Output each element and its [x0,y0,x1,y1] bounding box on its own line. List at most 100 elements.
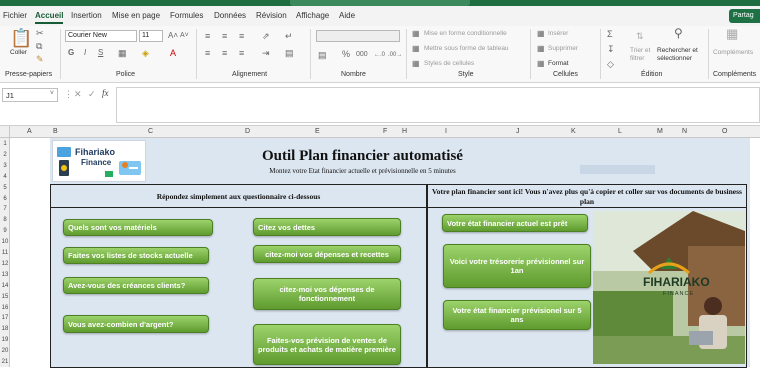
row-header[interactable]: 4 [0,174,10,180]
font-color-icon[interactable]: A [170,48,176,58]
increase-decimal-icon[interactable]: ←.0 [374,50,385,60]
confirm-icon[interactable]: ✓ [88,89,96,99]
column-header[interactable]: M [657,128,663,135]
row-header[interactable]: 6 [0,196,10,202]
cancel-icon[interactable]: ✕ [74,89,82,99]
cash-button[interactable]: Vous avez-combien d'argent? [63,315,209,333]
addins-icon[interactable]: ▦ [726,27,738,40]
autosum-icon[interactable]: Σ [607,29,613,39]
insert-icon[interactable]: ▦ [537,29,545,39]
table-format-icon[interactable]: ▦ [412,44,420,54]
treasury-forecast-button[interactable]: Voici votre trésorerie prévisionnel sur … [443,244,591,288]
underline-button[interactable]: S [98,48,103,58]
cut-icon[interactable]: ✂ [36,28,44,38]
row-header[interactable]: 15 [0,294,10,300]
clear-icon[interactable]: ◇ [607,59,614,69]
row-header[interactable]: 2 [0,152,10,158]
insert-function-button[interactable]: fx [102,88,109,98]
row-header[interactable]: 13 [0,272,10,278]
table-format-button[interactable]: Mettre sous forme de tableau [424,45,509,52]
materials-button[interactable]: Quels sont vos matériels [63,219,213,236]
merge-icon[interactable]: ▤ [285,48,294,58]
operating-expenses-button[interactable]: citez-moi vos dépenses de fonctionnement [253,278,401,310]
column-header[interactable]: L [618,128,622,135]
find-select-button[interactable]: Rechercher et sélectionner [657,47,701,63]
font-name-select[interactable]: Courier New [65,30,137,42]
receivables-button[interactable]: Avez-vous des créances clients? [63,277,209,294]
italic-button[interactable]: I [84,48,86,58]
conditional-format-icon[interactable]: ▦ [412,29,420,39]
column-header[interactable]: I [445,128,447,135]
row-header[interactable]: 9 [0,228,10,234]
paste-icon[interactable]: 📋 [10,28,32,48]
tab-formules[interactable]: Formules [170,11,203,20]
chevron-down-icon[interactable]: ˅ [50,90,54,97]
insert-button[interactable]: Insérer [548,30,568,37]
tab-accueil[interactable]: Accueil [35,11,64,24]
conditional-format-button[interactable]: Mise en forme conditionnelle [424,30,507,37]
tab-insertion[interactable]: Insertion [71,11,102,20]
column-header[interactable]: F [383,128,387,135]
column-header[interactable]: N [682,128,687,135]
tab-mise-en-page[interactable]: Mise en page [112,11,160,20]
search-icon[interactable]: ⚲ [674,27,683,39]
row-header[interactable]: 11 [0,250,10,256]
stock-list-button[interactable]: Faites vos listes de stocks actuelle [63,247,209,264]
borders-icon[interactable]: ▦ [118,48,127,58]
number-format-select[interactable] [316,30,400,42]
align-bottom-icon[interactable]: ≡ [239,31,244,41]
font-size-select[interactable]: 11 [139,30,163,42]
row-header[interactable]: 19 [0,337,10,343]
row-header[interactable]: 20 [0,348,10,354]
decrease-font-icon[interactable]: A˅ [180,31,189,41]
align-middle-icon[interactable]: ≡ [222,31,227,41]
formula-input[interactable] [116,87,760,123]
column-header[interactable]: H [402,128,407,135]
cell-styles-icon[interactable]: ▦ [412,59,420,69]
align-left-icon[interactable]: ≡ [205,48,210,58]
expenses-revenues-button[interactable]: citez-moi vos dépenses et recettes [253,245,401,263]
format-painter-icon[interactable]: ✎ [36,54,44,64]
align-center-icon[interactable]: ≡ [222,48,227,58]
row-header[interactable]: 1 [0,141,10,147]
tab-donnees[interactable]: Données [214,11,246,20]
currency-icon[interactable]: ▤ [318,50,327,60]
select-all-corner[interactable] [0,126,10,138]
orientation-icon[interactable]: ⇗ [262,31,270,41]
copy-icon[interactable]: ⧉ [36,41,42,51]
row-header[interactable]: 14 [0,283,10,289]
format-icon[interactable]: ▦ [537,59,545,69]
addins-button[interactable]: Compléments [713,49,753,56]
row-header[interactable]: 12 [0,261,10,267]
percent-button[interactable]: % [342,49,350,59]
row-header[interactable]: 7 [0,206,10,212]
column-header[interactable]: J [516,128,520,135]
align-top-icon[interactable]: ≡ [205,31,210,41]
column-header[interactable]: E [315,128,320,135]
bold-button[interactable]: G [68,48,74,58]
column-header[interactable]: B [53,128,58,135]
fill-icon[interactable]: ↧ [607,44,615,54]
wrap-text-icon[interactable]: ↵ [285,31,293,41]
delete-button[interactable]: Supprimer [548,45,578,52]
tab-aide[interactable]: Aide [339,11,355,20]
thousands-button[interactable]: 000 [356,50,368,60]
decrease-decimal-icon[interactable]: .00→ [388,50,402,60]
sales-forecast-button[interactable]: Faites-vos prévision de ventes de produi… [253,324,401,365]
sort-filter-button[interactable]: Trier et filtrer [630,47,656,63]
sort-filter-icon[interactable]: ⇅ [636,31,644,41]
column-header[interactable]: O [722,128,727,135]
name-box[interactable]: J1 ˅ [2,88,58,102]
paste-label[interactable]: Coller [10,49,27,56]
row-header[interactable]: 3 [0,163,10,169]
share-button[interactable]: Partag [729,9,760,23]
five-year-forecast-button[interactable]: Votre état financier prévisionel sur 5 a… [443,300,591,330]
increase-font-icon[interactable]: A˄ [168,31,178,41]
row-header[interactable]: 18 [0,326,10,332]
format-button[interactable]: Format [548,60,569,67]
row-header[interactable]: 21 [0,359,10,365]
fill-color-icon[interactable]: ◈ [142,48,149,58]
align-right-icon[interactable]: ≡ [239,48,244,58]
delete-icon[interactable]: ▦ [537,44,545,54]
row-header[interactable]: 16 [0,305,10,311]
